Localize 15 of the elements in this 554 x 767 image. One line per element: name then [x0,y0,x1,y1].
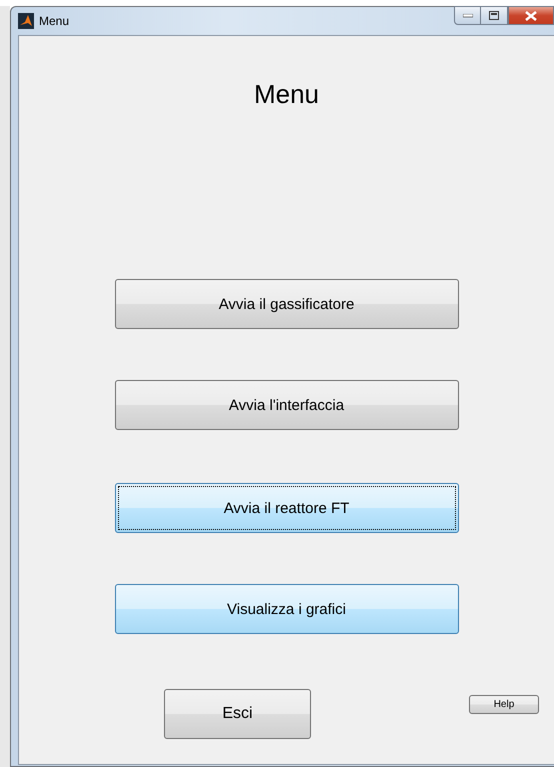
exit-button[interactable]: Esci [164,689,311,739]
menu-button[interactable]: Avvia il gassificatore [114,279,458,329]
maximize-button[interactable] [481,6,508,25]
close-icon [525,10,537,20]
close-button[interactable] [508,6,554,25]
app-logo-icon [18,13,34,29]
menu-button[interactable]: Avvia il reattore FT [114,483,458,533]
help-button[interactable]: Help [469,695,539,714]
menu-button[interactable]: Avvia l'interfaccia [114,380,458,430]
menu-heading: Menu [254,79,320,109]
menu-button[interactable]: Visualizza i grafici [114,584,458,634]
maximize-icon [489,11,499,20]
minimize-icon [462,14,472,18]
window-title: Menu [39,14,70,28]
minimize-button[interactable] [454,6,481,25]
